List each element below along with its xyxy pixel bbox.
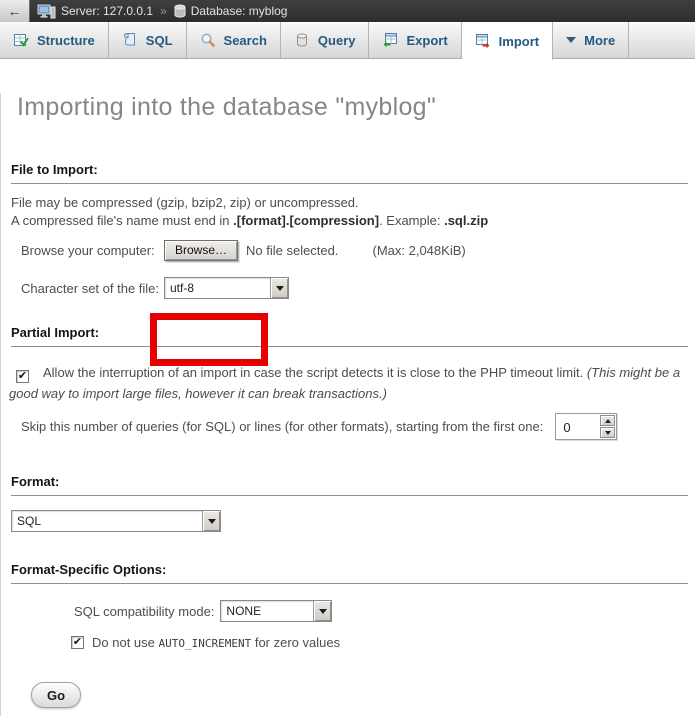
tab-structure[interactable]: Structure	[0, 22, 109, 58]
skip-queries-value[interactable]: 0	[556, 414, 599, 439]
page-title: Importing into the database "myblog"	[17, 93, 695, 122]
tab-label: Search	[224, 33, 267, 48]
breadcrumb-bar: ← Server: 127.0.0.1 » Database: myblog	[0, 0, 695, 22]
charset-label: Character set of the file:	[21, 281, 164, 296]
format-value: SQL	[12, 511, 202, 531]
tab-import[interactable]: Import	[462, 22, 553, 60]
auto-increment-row: ✔ Do not use AUTO_INCREMENT for zero val…	[71, 635, 695, 650]
structure-icon	[13, 32, 29, 48]
breadcrumb-database[interactable]: Database: myblog	[191, 4, 288, 18]
tab-export[interactable]: Export	[369, 22, 461, 58]
section-heading-format-specific-options: Format-Specific Options:	[11, 562, 688, 584]
tab-query[interactable]: Query	[281, 22, 370, 58]
allow-interruption-row: ✔ Allow the interruption of an import in …	[9, 362, 685, 404]
tab-label: Export	[406, 33, 447, 48]
breadcrumb: Server: 127.0.0.1 » Database: myblog	[37, 4, 287, 19]
tab-label: Import	[499, 34, 539, 49]
tab-label: Query	[318, 33, 356, 48]
file-import-description: File may be compressed (gzip, bzip2, zip…	[11, 194, 685, 230]
section-heading-format: Format:	[11, 474, 688, 496]
caret-down-icon	[276, 286, 284, 291]
sql-compatibility-row: SQL compatibility mode: NONE	[74, 600, 695, 622]
import-page: Importing into the database "myblog" Fil…	[0, 93, 695, 716]
tab-sql[interactable]: SQL	[109, 22, 187, 58]
tab-search[interactable]: Search	[187, 22, 281, 58]
search-icon	[200, 32, 216, 48]
no-file-selected-text: No file selected.	[246, 243, 339, 258]
breadcrumb-separator: »	[160, 4, 167, 18]
database-icon	[174, 4, 186, 18]
skip-queries-row: Skip this number of queries (for SQL) or…	[21, 413, 695, 440]
breadcrumb-server[interactable]: Server: 127.0.0.1	[61, 4, 153, 18]
export-icon	[382, 32, 398, 48]
dropdown-arrow-button[interactable]	[270, 278, 288, 298]
charset-select[interactable]: utf-8	[164, 277, 289, 299]
sql-icon	[122, 32, 138, 48]
caret-down-icon	[605, 431, 611, 435]
tab-label: SQL	[146, 33, 173, 48]
back-button[interactable]: ←	[0, 0, 30, 22]
format-compression-pattern: .[format].[compression]	[233, 213, 379, 228]
chevron-down-icon	[566, 37, 576, 43]
caret-up-icon	[605, 419, 611, 423]
format-select[interactable]: SQL	[11, 510, 221, 532]
sql-compatibility-select[interactable]: NONE	[220, 600, 332, 622]
auto-increment-checkbox[interactable]: ✔	[71, 636, 84, 649]
charset-value: utf-8	[165, 278, 270, 298]
naming-line: A compressed file's name must end in .[f…	[11, 212, 685, 230]
max-size-text: (Max: 2,048KiB)	[373, 243, 466, 258]
allow-interruption-label: Allow the interruption of an import in c…	[43, 365, 587, 380]
tab-label: More	[584, 33, 615, 48]
browse-label: Browse your computer:	[21, 243, 164, 258]
section-heading-partial-import: Partial Import:	[11, 325, 688, 347]
spinner-up-button[interactable]	[600, 415, 615, 426]
tab-more[interactable]: More	[553, 22, 629, 58]
auto-increment-keyword: AUTO_INCREMENT	[159, 637, 252, 650]
format-row: SQL	[11, 510, 695, 532]
browse-button[interactable]: Browse…	[164, 240, 238, 261]
query-database-icon	[294, 32, 310, 48]
compression-line: File may be compressed (gzip, bzip2, zip…	[11, 194, 685, 212]
example-extension: .sql.zip	[444, 213, 488, 228]
spinner-buttons	[599, 414, 616, 439]
import-icon	[475, 33, 491, 49]
section-heading-file-to-import: File to Import:	[11, 162, 688, 184]
skip-queries-input[interactable]: 0	[555, 413, 617, 440]
auto-increment-label: Do not use AUTO_INCREMENT for zero value…	[92, 635, 340, 650]
tab-label: Structure	[37, 33, 95, 48]
charset-row: Character set of the file: utf-8	[21, 277, 695, 299]
caret-down-icon	[319, 609, 327, 614]
tab-bar: Structure SQL Search Query	[0, 22, 695, 59]
dropdown-arrow-button[interactable]	[202, 511, 220, 531]
back-arrow-icon: ←	[8, 3, 22, 19]
server-icon	[37, 4, 56, 19]
sql-compatibility-value: NONE	[221, 601, 313, 621]
allow-interruption-checkbox[interactable]: ✔	[16, 370, 29, 383]
spinner-down-button[interactable]	[600, 427, 615, 438]
caret-down-icon	[208, 519, 216, 524]
sql-compatibility-label: SQL compatibility mode:	[74, 604, 214, 619]
dropdown-arrow-button[interactable]	[313, 601, 331, 621]
browse-row: Browse your computer: Browse… No file se…	[21, 239, 695, 261]
go-button[interactable]: Go	[31, 682, 81, 708]
skip-queries-label: Skip this number of queries (for SQL) or…	[21, 419, 543, 434]
